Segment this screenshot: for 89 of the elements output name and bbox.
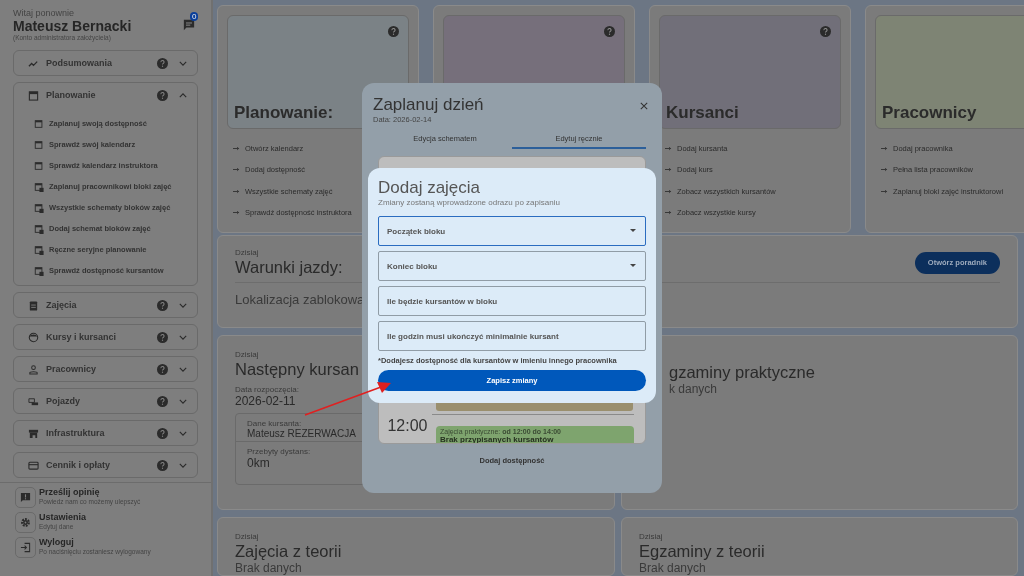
input-field[interactable]: Ile będzie kursantów w bloku: [378, 286, 646, 316]
caret-icon: [630, 229, 636, 232]
arrow-icon: [665, 167, 672, 173]
help-icon[interactable]: [157, 427, 168, 439]
clipboard-icon: [28, 299, 39, 311]
menu-section-title[interactable]: Pracownicy: [46, 364, 157, 374]
calendar-icon: [34, 202, 44, 213]
calendar-icon: [34, 223, 44, 234]
chevron-up-icon[interactable]: [179, 92, 187, 98]
face-icon: [28, 331, 39, 343]
menu-section-title[interactable]: Podsumowania: [46, 58, 157, 68]
store-icon: [28, 427, 39, 439]
card-caption: Dzisiaj: [235, 248, 259, 257]
feedback-icon: [15, 487, 36, 508]
card-title: Kursanci: [666, 103, 739, 123]
help-icon[interactable]: [820, 26, 831, 37]
help-icon[interactable]: [157, 299, 168, 311]
select-field[interactable]: Koniec bloku: [378, 251, 646, 281]
no-data-text: Brak danych: [235, 561, 302, 575]
help-icon[interactable]: [604, 26, 615, 37]
menu-section-title[interactable]: Planowanie: [46, 90, 157, 100]
arrow-icon: [665, 210, 672, 216]
logout-icon: [15, 537, 36, 558]
arrow-icon: [233, 146, 240, 152]
dialog-subtitle: Zmiany zostaną wprowadzone odrazu po zapisaniu: [378, 198, 561, 207]
arrow-icon: [881, 146, 888, 152]
select-field[interactable]: Początek bloku: [378, 216, 646, 246]
help-icon[interactable]: [157, 89, 168, 101]
arrow-icon: [233, 167, 240, 173]
distance-value: 0km: [247, 455, 270, 470]
card-title: Egzaminy z teorii: [639, 541, 765, 561]
chevron-down-icon[interactable]: [179, 430, 187, 436]
caret-icon: [630, 264, 636, 267]
notification-badge: 0: [190, 12, 199, 21]
help-icon[interactable]: [157, 57, 168, 69]
arrow-icon: [881, 167, 888, 173]
help-icon[interactable]: [157, 395, 168, 407]
card-caption: Dzisiaj: [235, 349, 259, 359]
start-date: 2026-02-11: [235, 393, 296, 408]
dialog-title: Zaplanuj dzień: [373, 95, 484, 115]
person-icon: [28, 363, 39, 375]
close-icon[interactable]: [640, 102, 648, 110]
menu-section-title[interactable]: Infrastruktura: [46, 428, 157, 438]
help-icon[interactable]: [157, 363, 168, 375]
arrow-icon: [665, 188, 672, 194]
dialog-title: Dodaj zajęcia: [378, 178, 482, 198]
card-title: Zajęcia z teorii: [235, 541, 342, 561]
card-caption: Dzisiaj: [639, 532, 663, 541]
no-data-text: k danych: [669, 381, 718, 396]
card-icon: [28, 459, 39, 471]
calendar-icon: [34, 160, 44, 171]
calendar-icon: [28, 89, 39, 101]
calendar-icon: [34, 181, 44, 192]
location-status: Lokalizacja zablokowa: [235, 292, 365, 307]
arrow-icon: [881, 188, 888, 194]
time-label: 12:00: [386, 416, 429, 436]
menu-section-title[interactable]: Zajęcia: [46, 300, 157, 310]
user-name: Mateusz Bernacki: [13, 18, 132, 34]
no-data-text: Brak danych: [639, 561, 706, 575]
chevron-down-icon[interactable]: [179, 334, 187, 340]
chevron-down-icon[interactable]: [179, 366, 187, 372]
arrow-icon: [233, 210, 240, 216]
chevron-down-icon[interactable]: [179, 302, 187, 308]
calendar-icon: [34, 244, 44, 255]
menu-section-title[interactable]: Kursy i kursanci: [46, 332, 157, 342]
help-icon[interactable]: [157, 459, 168, 471]
arrow-icon: [665, 146, 672, 152]
student-name: Mateusz REZERWACJA: [247, 427, 356, 439]
card-caption: Dzisiaj: [235, 532, 259, 541]
card-title: Pracownicy: [882, 103, 977, 123]
help-icon[interactable]: [157, 331, 168, 343]
chat-icon[interactable]: [183, 19, 195, 31]
chevron-down-icon[interactable]: [179, 462, 187, 468]
input-field[interactable]: Ile godzin musi ukończyć minimalnie kursant: [378, 321, 646, 351]
menu-section-title[interactable]: Pojazdy: [46, 396, 157, 406]
car-icon: [28, 395, 39, 407]
menu-section-title[interactable]: Cennik i opłaty: [46, 460, 157, 470]
calendar-icon: [34, 118, 44, 129]
card-title: Warunki jazdy:: [235, 257, 343, 277]
calendar-icon: [34, 139, 44, 150]
calendar-icon: [34, 265, 44, 276]
help-icon[interactable]: [388, 26, 399, 37]
chevron-down-icon[interactable]: [179, 398, 187, 404]
chevron-down-icon[interactable]: [179, 60, 187, 66]
card-title: gzaminy praktyczne: [669, 361, 815, 382]
card-title: Planowanie:: [234, 103, 334, 123]
arrow-icon: [233, 188, 240, 194]
gear-icon: [15, 512, 36, 533]
card-title: Następny kursan: [235, 359, 359, 379]
